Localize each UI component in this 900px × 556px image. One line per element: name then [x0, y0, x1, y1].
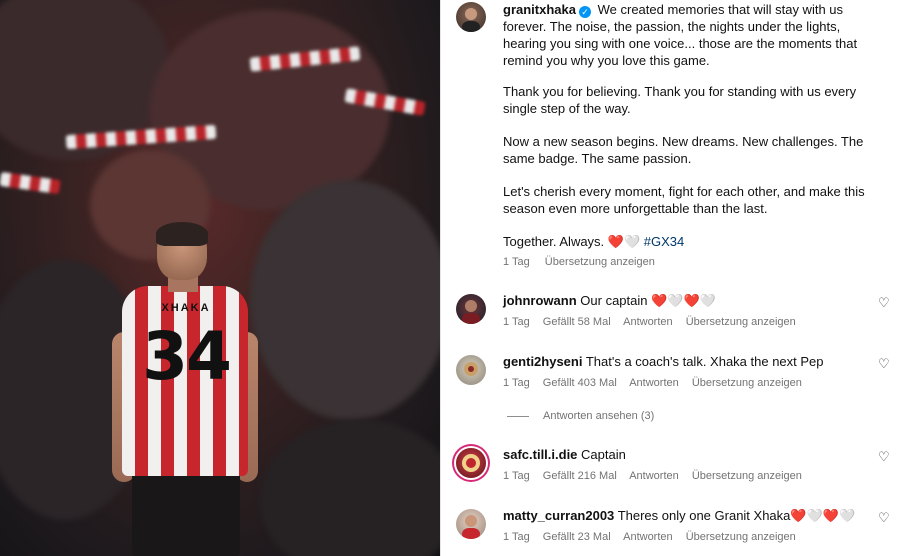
post-caption: granitxhaka ✓ We created memories that wi… — [503, 0, 873, 271]
heart-outline-icon[interactable]: ♡ — [878, 450, 892, 464]
avatar-person-icon — [462, 515, 480, 539]
author-avatar[interactable] — [456, 2, 486, 32]
view-replies-button[interactable]: Antworten ansehen (3) — [507, 410, 654, 422]
comment-item: johnrowann Our captain ❤️🤍❤️🤍 1 Tag Gefä… — [456, 292, 890, 342]
caption-meta: 1 Tag Übersetzung anzeigen — [503, 254, 873, 271]
comment-text: That's a coach's talk. Xhaka the next Pe… — [585, 354, 824, 369]
comment-text: Theres only one Granit Xhaka — [617, 508, 791, 523]
comment-likes[interactable]: Gefällt 58 Mal — [543, 316, 611, 328]
avatar-person-icon — [464, 362, 478, 376]
comment-reply-button[interactable]: Antworten — [629, 470, 679, 482]
post-panel: granitxhaka ✓ We created memories that wi… — [441, 0, 900, 556]
comment-translate-link[interactable]: Übersetzung anzeigen — [692, 470, 802, 482]
comment-translate-link[interactable]: Übersetzung anzeigen — [686, 531, 796, 543]
commenter-avatar[interactable] — [456, 355, 486, 385]
caption-paragraph: Let's cherish every moment, fight for ea… — [503, 184, 865, 216]
caption-time[interactable]: 1 Tag — [503, 256, 530, 268]
post-photo[interactable]: XHAKA 34 — [0, 0, 440, 556]
commenter-avatar[interactable] — [456, 509, 486, 539]
commenter-avatar[interactable] — [456, 294, 486, 324]
comment-time[interactable]: 1 Tag — [503, 377, 530, 389]
caption-closing: Together. Always. — [503, 234, 605, 249]
commenter-avatar[interactable] — [456, 448, 486, 478]
caption-paragraph: Thank you for believing. Thank you for s… — [503, 84, 857, 116]
comment-username[interactable]: matty_curran2003 — [503, 508, 614, 523]
comment-time[interactable]: 1 Tag — [503, 316, 530, 328]
comment-translate-link[interactable]: Übersetzung anzeigen — [686, 316, 796, 328]
comment-emoji: ❤️🤍❤️🤍 — [790, 508, 856, 523]
comment-text: Our captain — [580, 293, 648, 308]
heart-outline-icon[interactable]: ♡ — [878, 511, 892, 525]
comment-item: matty_curran2003 Theres only one Granit … — [456, 507, 890, 556]
verified-badge-icon: ✓ — [578, 6, 591, 18]
hashtag-link[interactable]: #GX34 — [644, 234, 684, 249]
comment-likes[interactable]: Gefällt 216 Mal — [543, 470, 617, 482]
avatar-crest-icon — [462, 454, 480, 472]
avatar-person-icon — [462, 8, 480, 32]
comment-username[interactable]: johnrowann — [503, 293, 577, 308]
caption-emoji: ❤️🤍 — [607, 234, 641, 249]
comment-translate-link[interactable]: Übersetzung anzeigen — [692, 377, 802, 389]
player-figure: XHAKA 34 — [112, 222, 262, 556]
comment-time[interactable]: 1 Tag — [503, 531, 530, 543]
replies-divider-line — [507, 415, 529, 417]
comment-reply-button[interactable]: Antworten — [629, 377, 679, 389]
caption-paragraph: Now a new season begins. New dreams. New… — [503, 134, 864, 166]
player-hair — [156, 222, 208, 246]
comment-reply-button[interactable]: Antworten — [623, 316, 673, 328]
comment-reply-button[interactable]: Antworten — [623, 531, 673, 543]
heart-outline-icon[interactable]: ♡ — [878, 296, 892, 310]
heart-outline-icon[interactable]: ♡ — [878, 357, 892, 371]
comment-item: safc.till.i.die Captain 1 Tag Gefällt 21… — [456, 446, 890, 496]
author-username[interactable]: granitxhaka — [503, 2, 576, 17]
shirt-name: XHAKA — [161, 302, 211, 314]
comment-item: genti2hyseni That's a coach's talk. Xhak… — [456, 353, 890, 403]
caption-translate-link[interactable]: Übersetzung anzeigen — [545, 256, 655, 268]
view-replies-label: Antworten ansehen (3) — [543, 410, 655, 422]
comment-username[interactable]: genti2hyseni — [503, 354, 582, 369]
comment-time[interactable]: 1 Tag — [503, 470, 530, 482]
comment-text: Captain — [581, 447, 626, 462]
scarf-shape — [0, 171, 61, 195]
comment-username[interactable]: safc.till.i.die — [503, 447, 577, 462]
comment-likes[interactable]: Gefällt 403 Mal — [543, 377, 617, 389]
player-shorts — [132, 466, 240, 556]
crowd-shape — [260, 420, 440, 556]
comment-emoji: ❤️🤍❤️🤍 — [651, 293, 716, 308]
comment-likes[interactable]: Gefällt 23 Mal — [543, 531, 611, 543]
shirt-number: 34 — [142, 318, 232, 395]
crowd-shape — [250, 180, 440, 420]
avatar-person-icon — [462, 300, 480, 324]
